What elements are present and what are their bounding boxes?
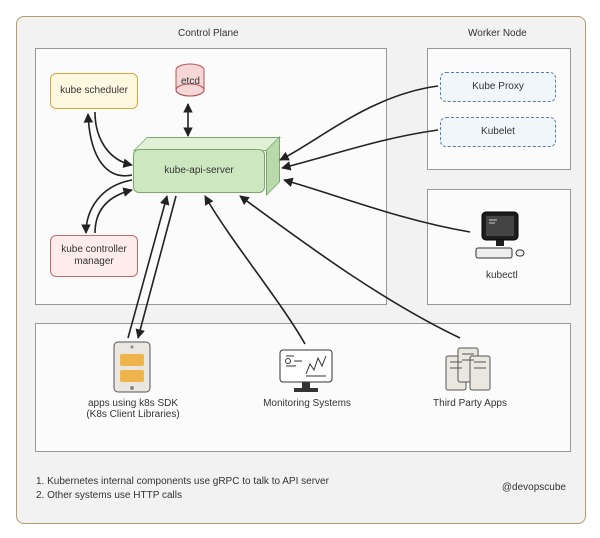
kube-proxy-label: Kube Proxy <box>472 81 524 93</box>
computer-icon <box>472 208 528 264</box>
kube-scheduler-box: kube scheduler <box>50 73 138 109</box>
servers-icon <box>440 340 496 396</box>
kube-controller-manager-label: kube controller manager <box>53 244 135 268</box>
worker-node-region <box>427 48 571 170</box>
kubectl-label: kubectl <box>486 270 518 281</box>
footer-notes: 1. Kubernetes internal components use gR… <box>36 475 329 503</box>
footer-line-2: 2. Other systems use HTTP calls <box>36 490 182 501</box>
monitoring-label: Monitoring Systems <box>247 398 367 409</box>
worker-node-title: Worker Node <box>468 28 527 39</box>
footer-line-1: 1. Kubernetes internal components use gR… <box>36 476 329 487</box>
control-plane-title: Control Plane <box>178 28 239 39</box>
kube-proxy-box: Kube Proxy <box>440 72 556 102</box>
sdk-label-1: apps using k8s SDK <box>88 398 178 409</box>
monitor-icon <box>276 346 336 396</box>
kubelet-label: Kubelet <box>481 126 515 138</box>
third-party-label: Third Party Apps <box>410 398 530 409</box>
credit: @devopscube <box>502 482 566 493</box>
tablet-icon <box>110 340 154 396</box>
kubelet-box: Kubelet <box>440 117 556 147</box>
kube-controller-manager-box: kube controller manager <box>50 235 138 277</box>
sdk-label: apps using k8s SDK (K8s Client Libraries… <box>73 398 193 420</box>
etcd-label: etcd <box>181 76 200 87</box>
kube-api-server-label: kube-api-server <box>164 165 233 177</box>
kube-api-server-box: kube-api-server <box>133 149 265 193</box>
kube-scheduler-label: kube scheduler <box>60 85 128 97</box>
sdk-label-2: (K8s Client Libraries) <box>86 409 179 420</box>
